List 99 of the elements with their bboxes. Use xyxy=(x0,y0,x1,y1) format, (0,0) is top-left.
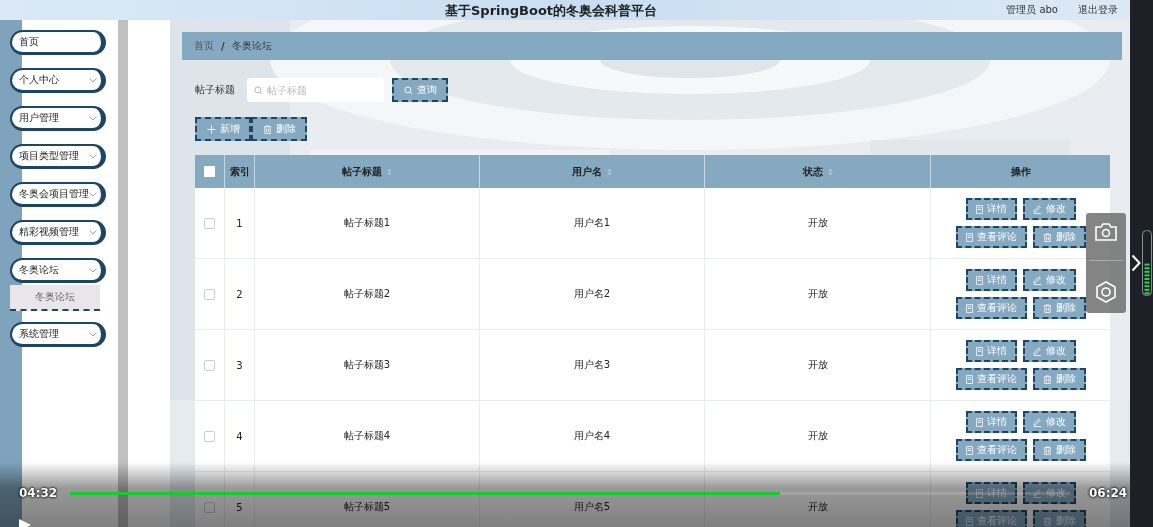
trash-icon xyxy=(1042,232,1052,242)
comments-button[interactable]: 查看评论 xyxy=(955,368,1027,390)
delete-button[interactable]: 删除 xyxy=(1032,368,1086,390)
submenu-item[interactable]: 冬奥论坛 xyxy=(10,285,100,311)
delete-button[interactable]: 删除 xyxy=(1032,226,1086,248)
document-icon xyxy=(965,232,973,242)
trash-icon xyxy=(1042,445,1052,455)
menu-item[interactable]: 冬奥会项目管理 xyxy=(10,182,106,207)
row-checkbox[interactable] xyxy=(204,430,215,442)
scrollbar[interactable] xyxy=(118,20,128,527)
menu-item[interactable]: 冬奥论坛 xyxy=(10,258,106,283)
breadcrumb-link[interactable]: 首页 xyxy=(194,39,214,53)
document-icon xyxy=(975,204,983,214)
trash-icon xyxy=(262,124,272,134)
plus-icon xyxy=(206,124,216,134)
detail-button[interactable]: 详情 xyxy=(965,340,1017,362)
document-icon xyxy=(975,275,983,285)
play-icon[interactable] xyxy=(18,518,32,527)
sort-icon[interactable] xyxy=(827,167,833,176)
site-title: 基于SpringBoot的冬奥会科普平台 xyxy=(445,2,658,20)
table-cell: 帖子标题4 xyxy=(343,429,391,443)
table-cell: 2 xyxy=(236,288,243,300)
table-cell: 用户名5 xyxy=(573,500,611,514)
chevron-right-icon[interactable] xyxy=(1131,254,1141,272)
document-icon xyxy=(965,516,973,526)
edit-button[interactable]: 修改 xyxy=(1022,269,1076,291)
add-button[interactable]: 新增 xyxy=(195,117,251,141)
search-icon xyxy=(403,85,413,95)
table-cell: 帖子标题2 xyxy=(343,287,391,301)
table-cell: 开放 xyxy=(807,216,828,230)
column-header: 帖子标题 xyxy=(342,164,382,179)
table-cell: 用户名3 xyxy=(573,358,611,372)
document-icon xyxy=(975,346,983,356)
search-button[interactable]: 查询 xyxy=(392,78,448,102)
table-cell: 1 xyxy=(236,217,243,229)
logout-link[interactable]: 退出登录 xyxy=(1078,3,1118,17)
table-cell: 开放 xyxy=(807,287,828,301)
pencil-icon xyxy=(1032,417,1042,427)
table-cell: 开放 xyxy=(807,358,828,372)
delete-button[interactable]: 删除 xyxy=(1032,439,1086,461)
breadcrumb-separator: / xyxy=(221,40,225,52)
edit-button[interactable]: 修改 xyxy=(1022,411,1076,433)
comments-button[interactable]: 查看评论 xyxy=(955,439,1027,461)
breadcrumb-link[interactable]: 冬奥论坛 xyxy=(231,39,272,53)
row-checkbox[interactable] xyxy=(204,359,215,371)
table-cell: 帖子标题3 xyxy=(343,358,391,372)
row-checkbox[interactable] xyxy=(204,501,215,513)
row-checkbox[interactable] xyxy=(204,288,215,300)
menu-item[interactable]: 首页 xyxy=(10,30,106,55)
search-label: 帖子标题 xyxy=(195,83,235,97)
pencil-icon xyxy=(1032,204,1042,214)
table-cell: 用户名4 xyxy=(573,429,611,443)
detail-button[interactable]: 详情 xyxy=(965,411,1017,433)
column-header: 操作 xyxy=(1010,164,1031,179)
pencil-icon xyxy=(1032,346,1042,356)
table-cell: 开放 xyxy=(807,429,828,443)
delete-button[interactable]: 删除 xyxy=(251,117,307,141)
sort-icon[interactable] xyxy=(607,167,612,176)
table-cell: 4 xyxy=(236,430,243,442)
table-cell: 开放 xyxy=(807,500,828,514)
pencil-icon xyxy=(1032,488,1042,498)
edit-button[interactable]: 修改 xyxy=(1022,340,1076,362)
table-cell: 用户名1 xyxy=(573,216,611,230)
menu-item[interactable]: 项目类型管理 xyxy=(10,144,106,169)
row-checkbox[interactable] xyxy=(204,217,215,229)
menu-item[interactable]: 精彩视频管理 xyxy=(10,220,106,245)
trash-icon xyxy=(1042,374,1052,384)
menu-item[interactable]: 用户管理 xyxy=(10,106,106,131)
comments-button[interactable]: 查看评论 xyxy=(955,226,1027,248)
target-icon[interactable] xyxy=(1095,281,1117,304)
total-time: 06:24 xyxy=(1089,486,1128,500)
column-header: 索引 xyxy=(229,164,250,179)
document-icon xyxy=(975,417,983,427)
search-field[interactable]: 帖子标题 xyxy=(247,78,384,102)
detail-button[interactable]: 详情 xyxy=(965,198,1017,220)
select-all-checkbox[interactable] xyxy=(204,166,215,177)
trash-icon xyxy=(1042,516,1052,526)
document-icon xyxy=(965,445,973,455)
camera-icon[interactable] xyxy=(1095,222,1117,241)
column-header: 用户名 xyxy=(572,164,602,179)
detail-button[interactable]: 详情 xyxy=(965,269,1017,291)
sort-icon[interactable] xyxy=(387,167,392,176)
pencil-icon xyxy=(1032,275,1042,285)
document-icon xyxy=(965,374,973,384)
table-cell: 帖子标题1 xyxy=(343,216,391,230)
document-icon xyxy=(965,303,973,313)
table-cell: 帖子标题5 xyxy=(343,500,391,514)
menu-item[interactable]: 个人中心 xyxy=(10,68,106,93)
comments-button[interactable]: 查看评论 xyxy=(955,297,1027,319)
edit-button[interactable]: 修改 xyxy=(1022,482,1076,504)
delete-button[interactable]: 删除 xyxy=(1032,297,1086,319)
menu-item[interactable]: 系统管理 xyxy=(10,322,106,347)
table-cell: 3 xyxy=(236,359,243,371)
table-cell: 用户名2 xyxy=(573,287,611,301)
edit-button[interactable]: 修改 xyxy=(1022,198,1076,220)
table-cell: 5 xyxy=(236,501,243,513)
column-header: 状态 xyxy=(802,164,823,179)
user-label: 管理员 abo xyxy=(1006,3,1058,17)
trash-icon xyxy=(1042,303,1052,313)
